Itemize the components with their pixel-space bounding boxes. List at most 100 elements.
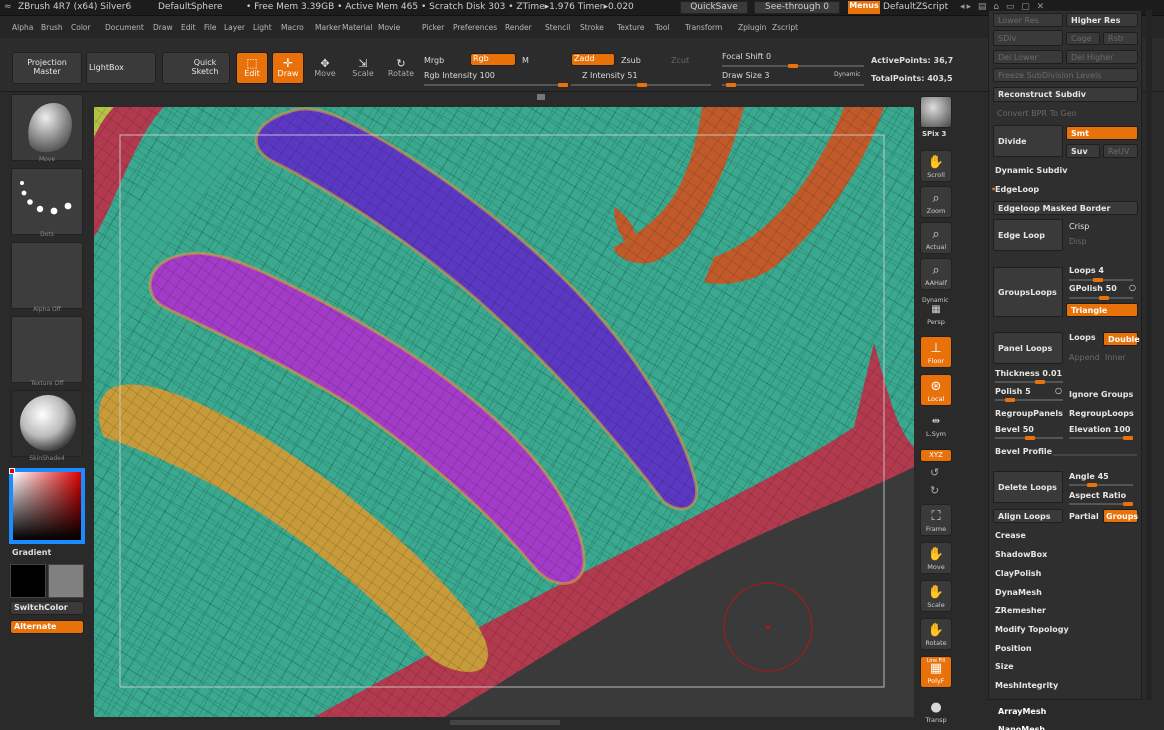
menu-item-draw[interactable]: Draw bbox=[153, 23, 173, 32]
dynamesh-header[interactable]: DynaMesh bbox=[995, 588, 1042, 597]
arraymesh-header[interactable]: ArrayMesh bbox=[998, 707, 1046, 716]
higher-res-button[interactable]: Higher Res bbox=[1066, 13, 1138, 27]
thickness-slider[interactable]: Thickness 0.01 bbox=[995, 369, 1062, 378]
zremesher-header[interactable]: ZRemesher bbox=[995, 606, 1046, 615]
draw-size-handle[interactable] bbox=[725, 83, 736, 87]
bevel-slider[interactable]: Bevel 50 bbox=[995, 425, 1034, 434]
nanomesh-header[interactable]: NanoMesh bbox=[998, 725, 1045, 730]
suv-toggle[interactable]: Suv bbox=[1066, 144, 1100, 158]
edgeloop-masked-border-button[interactable]: Edgeloop Masked Border bbox=[993, 201, 1138, 215]
menu-item-stroke[interactable]: Stroke bbox=[580, 23, 604, 32]
del-lower-button[interactable]: Del Lower bbox=[993, 50, 1063, 64]
polish-slider-track[interactable] bbox=[995, 398, 1063, 402]
crisp-toggle[interactable]: Crisp bbox=[1069, 222, 1089, 231]
menu-item-texture[interactable]: Texture bbox=[617, 23, 644, 32]
menu-item-zplugin[interactable]: Zplugin bbox=[738, 23, 766, 32]
main-color-swatch[interactable] bbox=[10, 564, 46, 598]
mrgb-button[interactable]: Mrgb bbox=[424, 56, 444, 65]
frame-button[interactable]: ⛶ Frame bbox=[920, 504, 952, 536]
double-toggle[interactable]: Double bbox=[1103, 332, 1140, 346]
modify-topology-header[interactable]: Modify Topology bbox=[995, 625, 1069, 634]
rstr-button[interactable]: Rstr bbox=[1103, 32, 1138, 45]
angle-slider[interactable]: Angle 45 bbox=[1069, 472, 1109, 481]
freeze-subdivision-button[interactable]: Freeze SubDivision Levels bbox=[993, 68, 1138, 82]
rgb-intensity-slider[interactable] bbox=[424, 83, 568, 87]
elevation-slider[interactable]: Elevation 100 bbox=[1069, 425, 1131, 434]
reconstruct-subdiv-button[interactable]: Reconstruct Subdiv bbox=[993, 87, 1138, 102]
rotate-y-icon[interactable]: ↺ bbox=[930, 466, 939, 479]
quicksave-button[interactable]: QuickSave bbox=[680, 1, 748, 14]
canvas-viewport[interactable] bbox=[94, 107, 914, 717]
lightbox-button[interactable]: LightBox bbox=[86, 52, 156, 84]
material-thumbnail[interactable] bbox=[11, 390, 83, 457]
bevel-profile-curve[interactable]: Bevel Profile bbox=[995, 447, 1052, 456]
z-intensity-handle[interactable] bbox=[637, 83, 648, 87]
panel-loops-slider[interactable]: Loops bbox=[1069, 333, 1096, 342]
bevel-profile-bar[interactable] bbox=[1053, 454, 1137, 456]
move-button[interactable]: ✥ Move bbox=[310, 52, 340, 84]
gpolish-slider-track[interactable] bbox=[1069, 296, 1133, 300]
menu-item-render[interactable]: Render bbox=[505, 23, 532, 32]
menu-item-alpha[interactable]: Alpha bbox=[12, 23, 33, 32]
menu-item-preferences[interactable]: Preferences bbox=[453, 23, 497, 32]
dynamic-toggle[interactable]: Dynamic bbox=[834, 71, 860, 78]
loops-slider-track[interactable] bbox=[1069, 278, 1133, 282]
menu-item-zscript[interactable]: Zscript bbox=[772, 23, 798, 32]
menu-item-light[interactable]: Light bbox=[253, 23, 272, 32]
edit-button[interactable]: ⬚ Edit bbox=[236, 52, 268, 84]
rgb-intensity-handle[interactable] bbox=[558, 83, 568, 87]
z-intensity-slider[interactable] bbox=[571, 83, 711, 87]
crease-header[interactable]: Crease bbox=[995, 531, 1026, 540]
meshintegrity-header[interactable]: MeshIntegrity bbox=[995, 681, 1058, 690]
divide-button[interactable]: Divide bbox=[993, 125, 1063, 157]
triangle-toggle[interactable]: Triangle bbox=[1066, 303, 1138, 317]
polish-circle-icon[interactable]: ○ bbox=[1055, 386, 1062, 395]
loops-slider[interactable]: Loops 4 bbox=[1069, 266, 1104, 275]
focal-shift-slider[interactable] bbox=[722, 64, 864, 68]
actual-button[interactable]: ⌕ Actual bbox=[920, 222, 952, 254]
regroup-loops-toggle[interactable]: RegroupLoops bbox=[1069, 409, 1134, 418]
smt-toggle[interactable]: Smt bbox=[1066, 126, 1138, 140]
append-toggle[interactable]: Append bbox=[1069, 353, 1100, 362]
del-higher-button[interactable]: Del Higher bbox=[1066, 50, 1138, 64]
see-through-slider[interactable]: See-through 0 bbox=[754, 1, 840, 14]
thickness-slider-track[interactable] bbox=[995, 380, 1063, 384]
groups-toggle[interactable]: Groups bbox=[1103, 509, 1138, 523]
dynamic-subdiv-header[interactable]: Dynamic Subdiv bbox=[995, 166, 1067, 175]
menu-item-marker[interactable]: Marker bbox=[315, 23, 341, 32]
menu-item-movie[interactable]: Movie bbox=[378, 23, 400, 32]
default-zscript-button[interactable]: DefaultZScript bbox=[883, 2, 948, 12]
bpr-render-icon[interactable] bbox=[920, 96, 952, 128]
color-hue-marker[interactable] bbox=[9, 468, 15, 474]
cage-button[interactable]: Cage bbox=[1066, 32, 1100, 45]
zsub-button[interactable]: Zsub bbox=[621, 56, 641, 65]
m-button[interactable]: M bbox=[522, 56, 529, 65]
texture-thumbnail[interactable] bbox=[11, 316, 83, 383]
menu-item-macro[interactable]: Macro bbox=[281, 23, 304, 32]
lower-res-button[interactable]: Lower Res bbox=[993, 13, 1063, 27]
local-button[interactable]: ⊛ Local bbox=[920, 374, 952, 406]
floor-button[interactable]: ⊥ Floor bbox=[920, 336, 952, 368]
xyz-button[interactable]: XYZ bbox=[920, 449, 952, 462]
scale-button[interactable]: ⇲ Scale bbox=[348, 52, 378, 84]
menu-item-document[interactable]: Document bbox=[105, 23, 144, 32]
mesh-model[interactable] bbox=[94, 107, 914, 717]
menu-item-tool[interactable]: Tool bbox=[655, 23, 670, 32]
disp-slider[interactable]: Disp bbox=[1069, 237, 1087, 246]
panel-scrollbar[interactable] bbox=[1146, 10, 1152, 700]
delete-loops-button[interactable]: Delete Loops bbox=[993, 471, 1063, 503]
edge-loop-button[interactable]: Edge Loop bbox=[993, 219, 1063, 251]
zoom-button[interactable]: ⌕ Zoom bbox=[920, 186, 952, 218]
gpolish-circle-icon[interactable]: ○ bbox=[1129, 283, 1136, 292]
reuv-button[interactable]: ReUV bbox=[1103, 144, 1138, 158]
menu-item-picker[interactable]: Picker bbox=[422, 23, 444, 32]
quick-sketch-button[interactable]: Quick Sketch bbox=[162, 52, 230, 84]
align-loops-button[interactable]: Align Loops bbox=[993, 509, 1063, 523]
color-saturation-square[interactable] bbox=[13, 472, 81, 540]
alternate-button[interactable]: Alternate bbox=[10, 620, 84, 634]
shelf-move-button[interactable]: ✋ Move bbox=[920, 542, 952, 574]
convert-bpr-button[interactable]: Convert BPR To Geo bbox=[993, 106, 1138, 120]
inner-toggle[interactable]: Inner bbox=[1105, 353, 1126, 362]
angle-slider-track[interactable] bbox=[1069, 483, 1133, 487]
gpolish-slider[interactable]: GPolish 50 bbox=[1069, 284, 1117, 293]
